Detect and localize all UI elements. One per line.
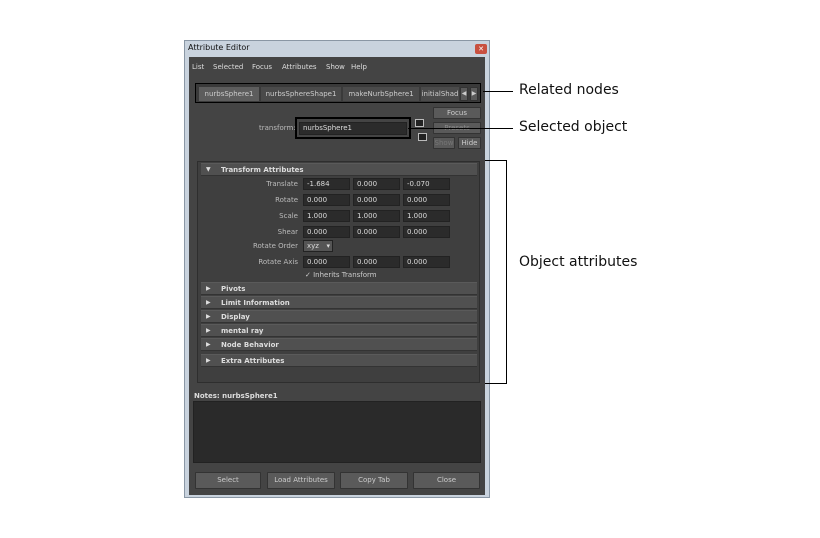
section-display[interactable]: ▶ Display — [201, 310, 477, 323]
scale-y-field[interactable]: 1.000 — [353, 210, 400, 222]
notes-textarea[interactable] — [193, 401, 481, 463]
section-mental-ray[interactable]: ▶ mental ray — [201, 324, 477, 337]
select-button[interactable]: Select — [195, 472, 261, 489]
collapsed-icon: ▶ — [206, 327, 211, 334]
collapsed-icon: ▶ — [206, 357, 211, 364]
selected-object-pointer — [408, 128, 513, 129]
rotate-order-label: Rotate Order — [252, 242, 298, 250]
go-output-icon[interactable] — [418, 133, 427, 141]
annotation-object-attributes: Object attributes — [519, 254, 638, 270]
window-title: Attribute Editor — [188, 43, 250, 52]
translate-label: Translate — [266, 180, 298, 188]
rotate-axis-z[interactable]: 0.000 — [403, 256, 450, 268]
chevron-down-icon: ▾ — [326, 242, 330, 250]
shear-label: Shear — [277, 228, 298, 236]
load-attributes-button[interactable]: Load Attributes — [267, 472, 335, 489]
focus-button[interactable]: Focus — [433, 107, 481, 119]
object-attributes-bracket — [485, 160, 507, 384]
section-limit-information[interactable]: ▶ Limit Information — [201, 296, 477, 309]
attributes-panel: ▼ Transform Attributes Translate -1.684 0.0… — [197, 161, 480, 383]
tab-initialShad[interactable]: initialShad — [421, 87, 459, 101]
related-nodes-pointer — [483, 91, 513, 92]
rotate-y-field[interactable]: 0.000 — [353, 194, 400, 206]
notes-label: Notes: nurbsSphere1 — [194, 392, 278, 400]
rotate-z-field[interactable]: 0.000 — [403, 194, 450, 206]
rotate-axis-x[interactable]: 0.000 — [303, 256, 350, 268]
rotate-axis-label: Rotate Axis — [258, 258, 298, 266]
selected-object-highlight: nurbsSphere1 — [295, 117, 411, 139]
shear-z-field[interactable]: 0.000 — [403, 226, 450, 238]
related-nodes-tabs: nurbsSphere1 nurbsSphereShape1 makeNurbS… — [195, 83, 481, 103]
section-transform-attributes[interactable]: ▼ Transform Attributes — [201, 163, 477, 176]
section-pivots[interactable]: ▶ Pivots — [201, 282, 477, 295]
annotation-selected-object: Selected object — [519, 119, 628, 135]
shear-y-field[interactable]: 0.000 — [353, 226, 400, 238]
show-button[interactable]: Show — [433, 137, 455, 149]
inherits-transform-checkbox[interactable]: ✓ Inherits Transform — [305, 271, 377, 279]
tab-makeNurbSphere1[interactable]: makeNurbSphere1 — [343, 87, 419, 101]
shear-x-field[interactable]: 0.000 — [303, 226, 350, 238]
scale-label: Scale — [279, 212, 298, 220]
go-input-icon[interactable] — [415, 119, 424, 127]
hide-button[interactable]: Hide — [458, 137, 481, 149]
scale-z-field[interactable]: 1.000 — [403, 210, 450, 222]
transform-name-field[interactable]: nurbsSphere1 — [299, 122, 407, 135]
translate-y-field[interactable]: 0.000 — [353, 178, 400, 190]
menu-show[interactable]: Show — [326, 63, 345, 71]
collapsed-icon: ▶ — [206, 313, 211, 320]
menu-help[interactable]: Help — [351, 63, 367, 71]
scroll-right-icon[interactable]: ▶ — [470, 87, 478, 101]
annotation-related-nodes: Related nodes — [519, 82, 619, 98]
collapsed-icon: ▶ — [206, 299, 211, 306]
editor-body: List Selected Focus Attributes Show Help… — [189, 57, 485, 495]
copy-tab-button[interactable]: Copy Tab — [340, 472, 408, 489]
attribute-editor-window: Attribute Editor ✕ List Selected Focus A… — [184, 40, 490, 498]
expanded-icon: ▼ — [206, 166, 211, 173]
menu-attributes[interactable]: Attributes — [282, 63, 317, 71]
transform-label: transform: — [259, 124, 296, 132]
menu-selected[interactable]: Selected — [213, 63, 243, 71]
tab-nurbsSphereShape1[interactable]: nurbsSphereShape1 — [261, 87, 341, 101]
rotate-axis-y[interactable]: 0.000 — [353, 256, 400, 268]
scroll-left-icon[interactable]: ◀ — [460, 87, 468, 101]
checkmark-icon: ✓ — [305, 271, 311, 279]
collapsed-icon: ▶ — [206, 341, 211, 348]
section-node-behavior[interactable]: ▶ Node Behavior — [201, 338, 477, 351]
tab-nurbsSphere1[interactable]: nurbsSphere1 — [199, 87, 259, 101]
rotate-label: Rotate — [275, 196, 298, 204]
collapsed-icon: ▶ — [206, 285, 211, 292]
section-extra-attributes[interactable]: ▶ Extra Attributes — [201, 354, 477, 367]
rotate-x-field[interactable]: 0.000 — [303, 194, 350, 206]
rotate-order-dropdown[interactable]: xyz ▾ — [303, 240, 333, 252]
menu-focus[interactable]: Focus — [252, 63, 272, 71]
translate-z-field[interactable]: -0.070 — [403, 178, 450, 190]
translate-x-field[interactable]: -1.684 — [303, 178, 350, 190]
scale-x-field[interactable]: 1.000 — [303, 210, 350, 222]
close-window-button[interactable]: ✕ — [475, 44, 487, 54]
close-button[interactable]: Close — [413, 472, 480, 489]
menu-list[interactable]: List — [192, 63, 204, 71]
